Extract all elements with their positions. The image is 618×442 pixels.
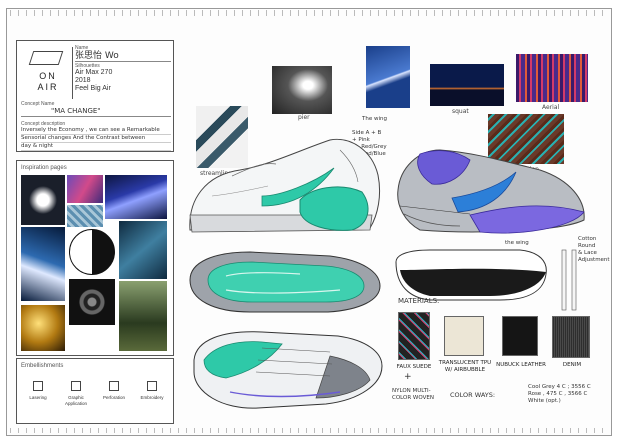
material-swatch-denim bbox=[552, 316, 590, 358]
material-label-faux-suede: FAUX SUEDE bbox=[396, 364, 432, 370]
laces-sketch bbox=[561, 249, 577, 311]
material-label-nubuck: NUBUCK LEATHER bbox=[496, 362, 546, 368]
material-label-translucent-tpu: TRANSLUCENT TPU W/ AIRBUBBLE bbox=[438, 360, 492, 373]
shoe-side-view-teal bbox=[189, 138, 381, 233]
shoe-top-view bbox=[193, 331, 383, 409]
colorway-note-line: White (opt.) bbox=[528, 398, 561, 404]
shoe-sketches bbox=[189, 138, 585, 409]
plus-sign: + bbox=[404, 372, 412, 382]
mesh-note-line: NYLON MULTI- bbox=[392, 388, 431, 394]
colorway-notes: Cool Grey 4 C ; 3556 C Rose , 475 C , 35… bbox=[528, 384, 608, 405]
material-swatch-nubuck bbox=[502, 316, 538, 356]
colorways-label: COLOR WAYS: bbox=[450, 391, 496, 399]
shoe-side-view-purple bbox=[397, 149, 585, 234]
colorway-note-line: Cool Grey 4 C ; 3556 C bbox=[528, 384, 591, 390]
mesh-note-line: COLOR WOVEN bbox=[392, 395, 434, 401]
sole-bottom-view bbox=[189, 251, 381, 313]
material-swatch-translucent-tpu bbox=[444, 316, 484, 356]
material-swatch-faux-suede bbox=[398, 312, 430, 360]
materials-title: MATERIALS: bbox=[398, 297, 440, 305]
outsole-side-view bbox=[395, 249, 547, 301]
material-label-denim: DENIM bbox=[562, 362, 582, 368]
colorway-note-line: Rose , 475 C , 3566 C bbox=[528, 391, 588, 397]
mesh-note: NYLON MULTI- COLOR WOVEN bbox=[392, 388, 434, 402]
